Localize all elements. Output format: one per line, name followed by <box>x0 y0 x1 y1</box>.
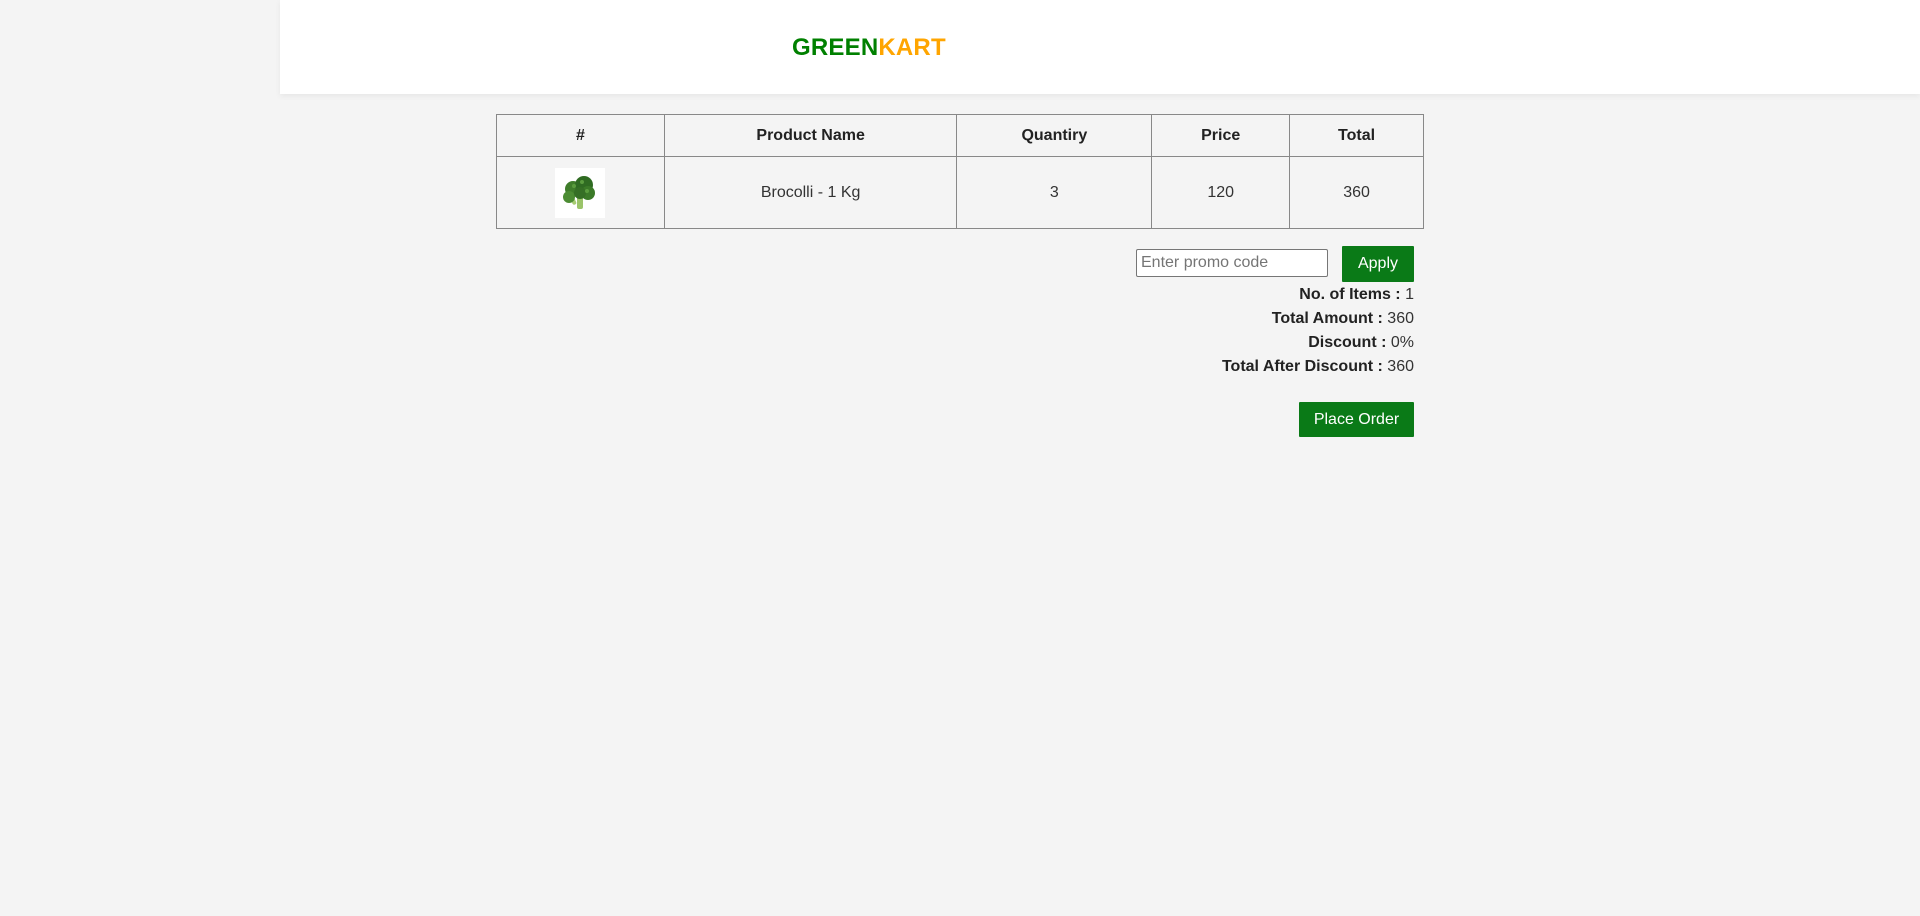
total-cell: 360 <box>1289 156 1424 229</box>
table-header-row: # Product Name Quantiry Price Total <box>496 114 1424 157</box>
total-after-discount-line: Total After Discount : 360 <box>1222 355 1414 379</box>
cart-table: # Product Name Quantiry Price Total Broc… <box>496 114 1424 229</box>
discount-line: Discount : 0% <box>1222 331 1414 355</box>
total-amount-label: Total Amount : <box>1271 310 1383 327</box>
place-order-button[interactable]: Place Order <box>1299 402 1414 437</box>
brand-logo: GREENKART <box>792 34 946 62</box>
column-header-quantity: Quantiry <box>956 114 1153 157</box>
header-bar: GREENKART <box>280 0 1920 94</box>
total-amount-value: 360 <box>1387 310 1414 327</box>
total-amount-line: Total Amount : 360 <box>1222 307 1414 331</box>
total-after-discount-label: Total After Discount : <box>1221 358 1383 375</box>
price-cell: 120 <box>1151 156 1291 229</box>
total-after-discount-value: 360 <box>1387 358 1414 375</box>
order-summary: No. of Items : 1 Total Amount : 360 Disc… <box>1222 283 1414 379</box>
broccoli-icon <box>555 167 606 218</box>
column-header-total: Total <box>1289 114 1424 157</box>
items-count-line: No. of Items : 1 <box>1222 283 1414 307</box>
column-header-index: # <box>496 114 665 157</box>
promo-code-input[interactable] <box>1136 249 1328 277</box>
items-count-label: No. of Items : <box>1299 286 1401 303</box>
logo-kart-text: KART <box>878 34 946 61</box>
column-header-product-name: Product Name <box>663 114 958 157</box>
column-header-price: Price <box>1151 114 1291 157</box>
product-name-cell: Brocolli - 1 Kg <box>663 156 958 229</box>
product-image-cell <box>496 156 665 229</box>
table-row: Brocolli - 1 Kg 3 120 360 <box>496 156 1424 229</box>
quantity-cell: 3 <box>956 156 1153 229</box>
apply-promo-button[interactable]: Apply <box>1342 246 1414 282</box>
items-count-value: 1 <box>1405 286 1414 303</box>
discount-label: Discount : <box>1308 334 1387 351</box>
promo-code-section: Apply <box>1136 246 1414 282</box>
logo-green-text: GREEN <box>792 34 879 61</box>
discount-value: 0% <box>1390 334 1414 351</box>
